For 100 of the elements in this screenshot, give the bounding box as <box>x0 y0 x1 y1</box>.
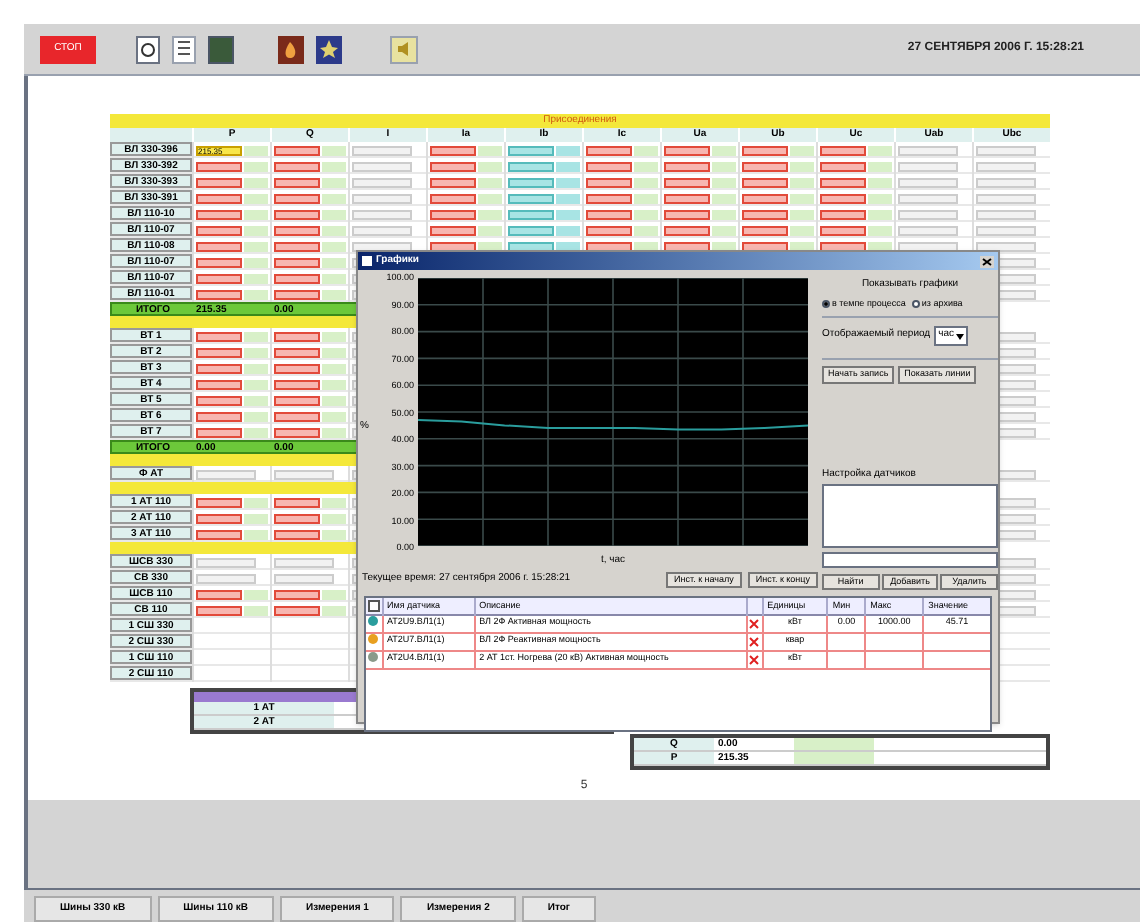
input-cell[interactable] <box>820 209 867 219</box>
input-cell[interactable] <box>742 177 789 187</box>
input-cell[interactable] <box>586 225 633 235</box>
input-cell[interactable] <box>274 411 321 421</box>
checkbox-icon[interactable] <box>367 600 380 612</box>
input-cell[interactable] <box>274 145 321 155</box>
input-cell[interactable] <box>430 225 477 235</box>
unit-cell <box>244 161 268 171</box>
input-cell[interactable] <box>196 589 243 599</box>
input-cell[interactable] <box>742 209 789 219</box>
input-cell[interactable] <box>508 161 555 171</box>
input-cell[interactable] <box>820 177 867 187</box>
input-cell[interactable] <box>742 145 789 155</box>
input-cell[interactable] <box>742 161 789 171</box>
input-cell[interactable] <box>508 177 555 187</box>
speaker-icon[interactable] <box>390 35 418 63</box>
input-cell[interactable] <box>586 193 633 203</box>
input-cell[interactable] <box>274 241 321 251</box>
input-cell[interactable] <box>196 529 243 539</box>
input-cell[interactable] <box>196 257 243 267</box>
input-cell[interactable] <box>664 209 711 219</box>
input-cell[interactable] <box>274 177 321 187</box>
input-field[interactable] <box>822 552 998 569</box>
input-cell[interactable] <box>430 193 477 203</box>
input-cell[interactable] <box>196 209 243 219</box>
input-cell[interactable] <box>508 225 555 235</box>
input-cell[interactable] <box>820 225 867 235</box>
input-cell[interactable] <box>196 193 243 203</box>
unit-cell <box>478 145 502 155</box>
input-cell[interactable] <box>196 225 243 235</box>
input-cell[interactable] <box>508 209 555 219</box>
input-cell[interactable] <box>274 193 321 203</box>
input-cell[interactable] <box>586 177 633 187</box>
input-cell[interactable] <box>274 161 321 171</box>
input-cell[interactable] <box>196 241 243 251</box>
input-cell[interactable] <box>742 225 789 235</box>
input-cell[interactable] <box>274 331 321 341</box>
input-cell[interactable] <box>274 427 321 437</box>
input-cell[interactable] <box>274 289 321 299</box>
input-cell[interactable] <box>196 395 243 405</box>
radio-button[interactable] <box>822 299 830 308</box>
close-button[interactable] <box>980 255 994 267</box>
input-cell[interactable] <box>196 289 243 299</box>
unit-cell <box>556 161 580 171</box>
input-cell[interactable] <box>274 273 321 283</box>
flame-icon[interactable] <box>278 35 304 63</box>
input-cell[interactable] <box>274 605 321 615</box>
input-cell[interactable] <box>508 193 555 203</box>
input-cell[interactable] <box>430 209 477 219</box>
remove-icon[interactable] <box>747 617 760 630</box>
remove-icon[interactable] <box>747 653 760 666</box>
remove-icon[interactable] <box>747 635 760 648</box>
input-cell[interactable] <box>274 379 321 389</box>
document-icon[interactable] <box>172 35 196 63</box>
input-cell[interactable] <box>196 177 243 187</box>
input-cell[interactable] <box>820 193 867 203</box>
input-cell[interactable] <box>274 347 321 357</box>
input-cell[interactable] <box>664 177 711 187</box>
star-icon[interactable] <box>316 35 342 63</box>
input-cell[interactable] <box>742 193 789 203</box>
input-cell[interactable] <box>196 411 243 421</box>
input-cell[interactable] <box>196 363 243 373</box>
unit-cell <box>478 161 502 171</box>
input-cell[interactable] <box>586 145 633 155</box>
input-cell[interactable] <box>586 161 633 171</box>
input-cell[interactable] <box>274 225 321 235</box>
input-cell[interactable] <box>664 145 711 155</box>
input-cell[interactable] <box>274 589 321 599</box>
input-cell[interactable] <box>196 427 243 437</box>
input-cell[interactable] <box>274 529 321 539</box>
input-cell[interactable] <box>196 497 243 507</box>
input-cell[interactable] <box>274 209 321 219</box>
input-cell[interactable] <box>274 395 321 405</box>
radio-button[interactable] <box>911 299 920 308</box>
input-cell[interactable] <box>196 273 243 283</box>
input-cell[interactable] <box>274 363 321 373</box>
input-cell[interactable] <box>430 177 477 187</box>
input-cell[interactable] <box>586 209 633 219</box>
input-cell[interactable] <box>196 347 243 357</box>
input-cell[interactable] <box>664 161 711 171</box>
input-cell[interactable] <box>508 145 555 155</box>
input-cell[interactable] <box>274 513 321 523</box>
dropdown-arrow-icon[interactable] <box>956 333 964 339</box>
input-cell[interactable] <box>820 145 867 155</box>
input-cell[interactable] <box>430 145 477 155</box>
input-cell[interactable] <box>196 379 243 389</box>
input-cell[interactable] <box>196 331 243 341</box>
input-cell[interactable] <box>196 161 243 171</box>
input-cell[interactable] <box>274 257 321 267</box>
sensor-list[interactable] <box>822 484 998 549</box>
unit-cell <box>244 331 268 341</box>
input-cell[interactable] <box>664 193 711 203</box>
input-cell[interactable] <box>430 161 477 171</box>
input-cell[interactable] <box>820 161 867 171</box>
input-cell[interactable] <box>664 225 711 235</box>
input-cell[interactable] <box>196 605 243 615</box>
input-cell[interactable] <box>196 513 243 523</box>
info-icon[interactable] <box>136 35 160 63</box>
input-cell[interactable] <box>274 497 321 507</box>
monitor-icon[interactable] <box>208 35 234 63</box>
